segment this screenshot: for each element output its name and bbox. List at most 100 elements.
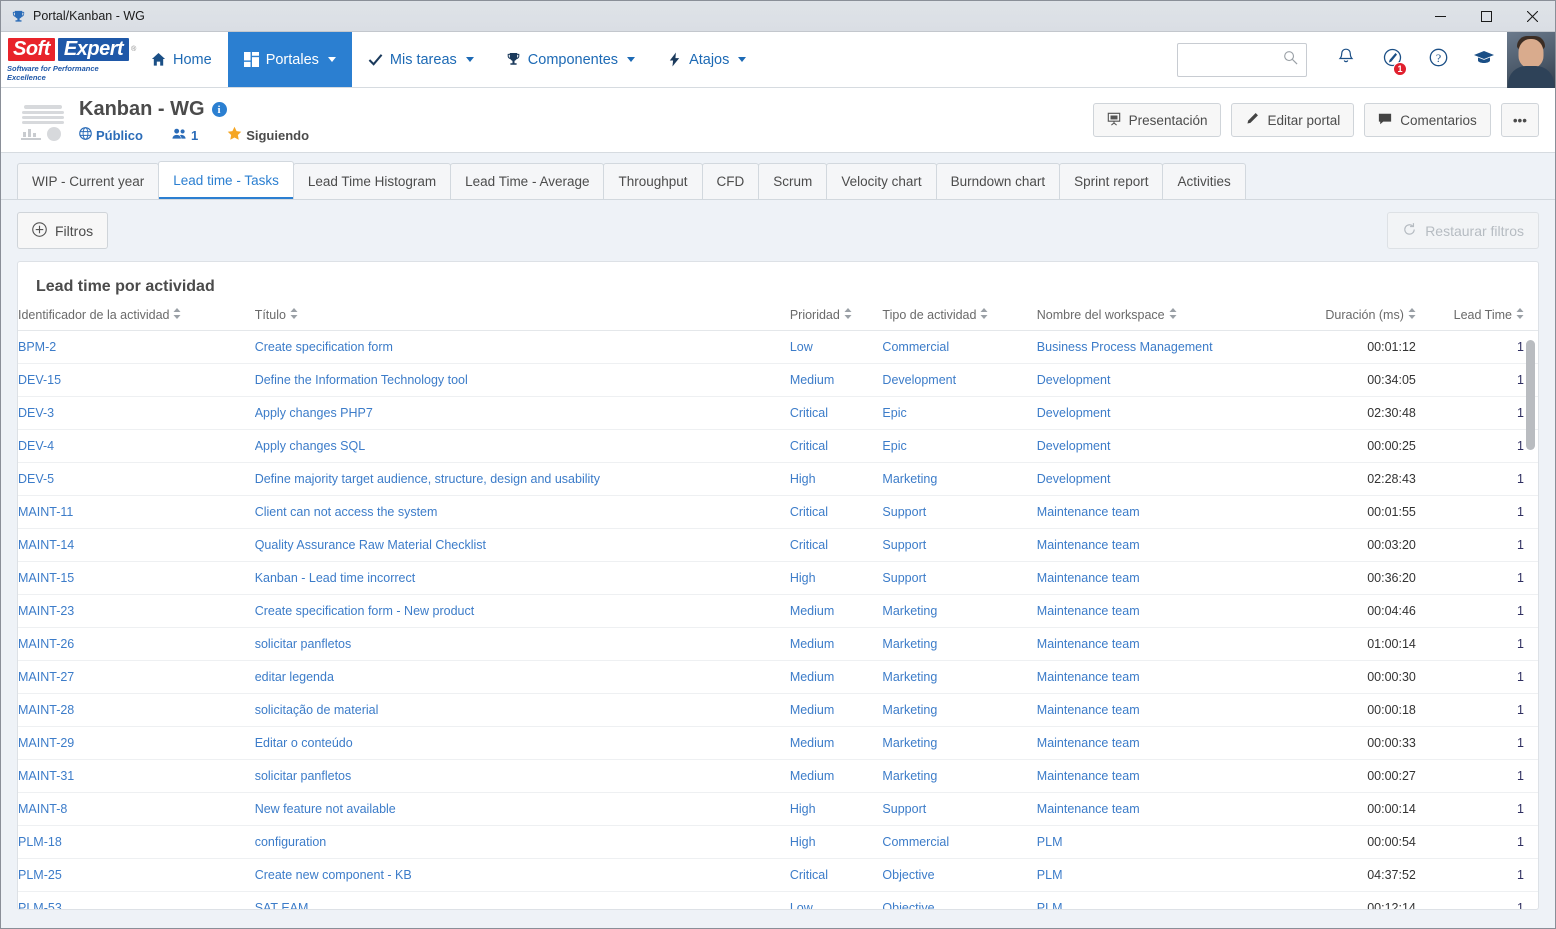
cell-id[interactable]: BPM-2: [18, 330, 255, 364]
sort-toggle-icon[interactable]: [980, 308, 988, 322]
cell-title[interactable]: Kanban - Lead time incorrect: [254, 561, 790, 595]
cell-workspace[interactable]: Maintenance team: [1036, 495, 1295, 529]
column-header-lead-time[interactable]: Lead Time: [1429, 308, 1538, 331]
sort-toggle-icon[interactable]: [1516, 308, 1524, 322]
table-row[interactable]: PLM-53 SAT EAM Low Objective PLM 00:12:14 1: [18, 891, 1538, 909]
cell-title[interactable]: Editar o conteúdo: [254, 726, 790, 760]
table-row[interactable]: DEV-3 Apply changes PHP7 Critical Epic Devel…: [18, 396, 1538, 430]
cell-title[interactable]: Define the Information Technology tool: [254, 363, 790, 397]
column-header-tipo-de-actividad[interactable]: Tipo de actividad: [882, 308, 1037, 331]
cell-priority[interactable]: Medium: [789, 627, 883, 661]
portal-members[interactable]: 1: [172, 127, 198, 143]
cell-id[interactable]: MAINT-11: [18, 495, 255, 529]
cell-workspace[interactable]: Maintenance team: [1036, 693, 1295, 727]
cell-priority[interactable]: High: [789, 462, 883, 496]
table-vertical-scrollbar[interactable]: [1525, 308, 1536, 909]
cell-type[interactable]: Marketing: [882, 759, 1037, 793]
cell-priority[interactable]: High: [789, 792, 883, 826]
cell-title[interactable]: Create specification form - New product: [254, 594, 790, 628]
cell-workspace[interactable]: Maintenance team: [1036, 594, 1295, 628]
cell-title[interactable]: SAT EAM: [254, 891, 790, 909]
scrollbar-thumb[interactable]: [1526, 340, 1535, 450]
tab-activities[interactable]: Activities: [1162, 163, 1246, 199]
softexpert-logo[interactable]: Soft Expert ® Software for Performance Exc…: [1, 32, 136, 87]
cell-title[interactable]: Create specification form: [254, 330, 790, 364]
cell-type[interactable]: Epic: [882, 396, 1037, 430]
tab-burndown-chart[interactable]: Burndown chart: [935, 163, 1061, 199]
table-row[interactable]: MAINT-11 Client can not access the system…: [18, 495, 1538, 529]
close-button[interactable]: [1509, 1, 1555, 32]
cell-type[interactable]: Support: [882, 792, 1037, 826]
cell-type[interactable]: Commercial: [882, 330, 1037, 364]
cell-workspace[interactable]: Maintenance team: [1036, 660, 1295, 694]
table-row[interactable]: MAINT-26 solicitar panfletos Medium Marketi…: [18, 627, 1538, 661]
portal-following[interactable]: Siguiendo: [227, 126, 309, 144]
cell-title[interactable]: configuration: [254, 825, 790, 859]
tab-lead-time-histogram[interactable]: Lead Time Histogram: [292, 163, 452, 199]
tab-lead-time-tasks[interactable]: Lead time - Tasks: [158, 161, 294, 199]
cell-title[interactable]: solicitar panfletos: [254, 759, 790, 793]
cell-priority[interactable]: Medium: [789, 594, 883, 628]
cell-workspace[interactable]: Development: [1036, 396, 1295, 430]
cell-workspace[interactable]: Development: [1036, 462, 1295, 496]
cell-priority[interactable]: Critical: [789, 495, 883, 529]
cell-id[interactable]: DEV-5: [18, 462, 255, 496]
cell-priority[interactable]: Medium: [789, 759, 883, 793]
table-row[interactable]: MAINT-27 editar legenda Medium Marketing Mai…: [18, 660, 1538, 694]
table-row[interactable]: MAINT-8 New feature not available High Supp…: [18, 792, 1538, 826]
column-header-prioridad[interactable]: Prioridad: [789, 308, 883, 331]
cell-type[interactable]: Marketing: [882, 462, 1037, 496]
table-row[interactable]: MAINT-14 Quality Assurance Raw Material C…: [18, 528, 1538, 562]
cell-type[interactable]: Support: [882, 495, 1037, 529]
help-button[interactable]: ?: [1415, 32, 1461, 88]
cell-priority[interactable]: Critical: [789, 528, 883, 562]
cell-priority[interactable]: Medium: [789, 660, 883, 694]
cell-id[interactable]: DEV-15: [18, 363, 255, 397]
tab-sprint-report[interactable]: Sprint report: [1059, 163, 1164, 199]
cell-type[interactable]: Commercial: [882, 825, 1037, 859]
cell-type[interactable]: Epic: [882, 429, 1037, 463]
table-row[interactable]: BPM-2 Create specification form Low Commerc…: [18, 330, 1538, 364]
cell-workspace[interactable]: Maintenance team: [1036, 792, 1295, 826]
column-header-t-tulo[interactable]: Título: [254, 308, 790, 331]
cell-workspace[interactable]: Development: [1036, 429, 1295, 463]
cell-id[interactable]: MAINT-23: [18, 594, 255, 628]
cell-workspace[interactable]: Maintenance team: [1036, 528, 1295, 562]
cell-id[interactable]: MAINT-29: [18, 726, 255, 760]
sort-toggle-icon[interactable]: [1169, 308, 1177, 322]
cell-workspace[interactable]: Maintenance team: [1036, 759, 1295, 793]
nav-item-portales[interactable]: Portales: [227, 32, 352, 87]
cell-priority[interactable]: High: [789, 561, 883, 595]
cell-title[interactable]: Create new component - KB: [254, 858, 790, 892]
table-row[interactable]: MAINT-15 Kanban - Lead time incorrect High…: [18, 561, 1538, 595]
cell-type[interactable]: Objective: [882, 858, 1037, 892]
tab-scrum[interactable]: Scrum: [758, 163, 828, 199]
table-row[interactable]: PLM-25 Create new component - KB Critical O…: [18, 858, 1538, 892]
cell-workspace[interactable]: Business Process Management: [1036, 330, 1295, 364]
cell-workspace[interactable]: Maintenance team: [1036, 726, 1295, 760]
cell-priority[interactable]: Medium: [789, 693, 883, 727]
sort-toggle-icon[interactable]: [844, 308, 852, 322]
cell-id[interactable]: DEV-4: [18, 429, 255, 463]
filters-button[interactable]: Filtros: [17, 212, 109, 249]
info-icon[interactable]: i: [211, 102, 227, 117]
cell-title[interactable]: solicitar panfletos: [254, 627, 790, 661]
column-header-identificador-de-la-actividad[interactable]: Identificador de la actividad: [18, 308, 255, 331]
table-row[interactable]: MAINT-28 solicitação de material Medium Mar…: [18, 693, 1538, 727]
cell-priority[interactable]: Critical: [789, 429, 883, 463]
cell-type[interactable]: Marketing: [882, 627, 1037, 661]
table-row[interactable]: PLM-18 configuration High Commercial PLM 00:0…: [18, 825, 1538, 859]
cell-id[interactable]: PLM-53: [18, 891, 255, 909]
table-row[interactable]: MAINT-29 Editar o conteúdo Medium Marketing…: [18, 726, 1538, 760]
cell-id[interactable]: MAINT-28: [18, 693, 255, 727]
cell-workspace[interactable]: PLM: [1036, 891, 1295, 909]
table-row[interactable]: DEV-15 Define the Information Technology …: [18, 363, 1538, 397]
tab-wip-current-year[interactable]: WIP - Current year: [17, 163, 160, 199]
column-header-duraci-n-ms[interactable]: Duración (ms): [1294, 308, 1430, 331]
cell-workspace[interactable]: Maintenance team: [1036, 561, 1295, 595]
table-row[interactable]: DEV-5 Define majority target audience, st…: [18, 462, 1538, 496]
cell-workspace[interactable]: PLM: [1036, 825, 1295, 859]
user-avatar[interactable]: [1507, 31, 1555, 88]
cell-priority[interactable]: Critical: [789, 396, 883, 430]
comments-button[interactable]: Comentarios: [1364, 103, 1491, 137]
